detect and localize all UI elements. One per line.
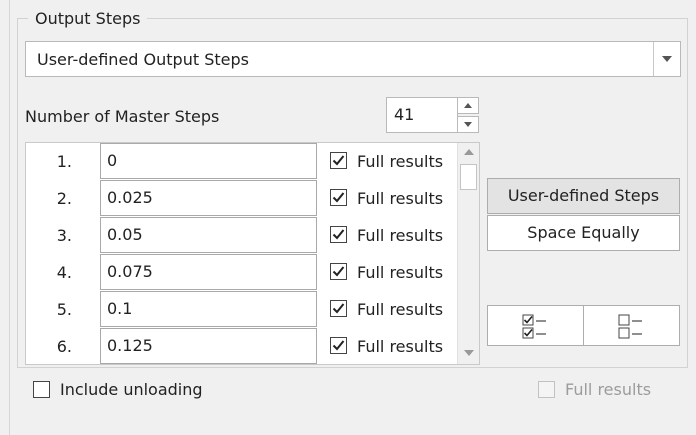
full-results-label: Full results (357, 337, 444, 356)
full-results-label: Full results (357, 263, 444, 282)
space-equally-button[interactable]: Space Equally (487, 215, 680, 251)
step-value-input[interactable]: 0.025 (100, 180, 317, 216)
scroll-down-icon[interactable] (464, 350, 474, 356)
checkmark-icon (332, 303, 345, 314)
output-steps-dropdown[interactable]: User-defined Output Steps (25, 41, 681, 77)
chevron-down-icon[interactable] (662, 56, 672, 62)
step-value-input[interactable]: 0.05 (100, 217, 317, 253)
table-row: 2. 0.025 Full results (26, 180, 458, 217)
row-number: 6. (56, 337, 72, 356)
master-steps-label: Number of Master Steps (25, 107, 220, 126)
arrow-up-icon (464, 103, 472, 108)
include-unloading-label: Include unloading (60, 380, 203, 399)
step-value-input[interactable]: 0.075 (100, 254, 317, 290)
table-row: 5. 0.1 Full results (26, 291, 458, 328)
uncheck-all-icon (618, 314, 642, 339)
table-row: 6. 0.125 Full results (26, 328, 458, 364)
row-number: 2. (56, 189, 72, 208)
checkmark-icon (332, 229, 345, 240)
checkmark-icon (332, 340, 345, 351)
step-value-input[interactable]: 0.125 (100, 328, 317, 364)
step-value-input[interactable]: 0 (100, 143, 317, 179)
full-results-label: Full results (357, 152, 444, 171)
table-scrollbar[interactable] (457, 143, 479, 364)
page-left-border (9, 0, 10, 435)
full-results-label: Full results (357, 226, 444, 245)
step-value-input[interactable]: 0.1 (100, 291, 317, 327)
dropdown-separator (653, 42, 654, 76)
check-all-button[interactable] (487, 305, 584, 346)
full-results-checkbox[interactable] (330, 152, 347, 169)
checkmark-icon (332, 192, 345, 203)
spin-down-button[interactable] (457, 116, 479, 133)
spin-up-button[interactable] (457, 97, 479, 114)
full-results-checkbox[interactable] (330, 263, 347, 280)
groupbox-title: Output Steps (28, 9, 148, 29)
table-row: 3. 0.05 Full results (26, 217, 458, 254)
uncheck-all-button[interactable] (583, 305, 680, 346)
checkmark-icon (332, 266, 345, 277)
arrow-down-icon (464, 122, 472, 127)
row-number: 3. (56, 226, 72, 245)
table-row: 1. 0 Full results (26, 143, 458, 180)
user-defined-steps-button[interactable]: User-defined Steps (487, 178, 680, 214)
full-results-checkbox[interactable] (330, 226, 347, 243)
footer-full-results-checkbox[interactable] (538, 381, 555, 398)
row-number: 1. (56, 152, 72, 171)
footer-full-results-label: Full results (565, 380, 652, 399)
full-results-checkbox[interactable] (330, 337, 347, 354)
master-steps-input[interactable]: 41 (386, 97, 458, 133)
check-all-icon (522, 314, 546, 339)
scroll-thumb[interactable] (460, 164, 477, 190)
full-results-checkbox[interactable] (330, 300, 347, 317)
dropdown-selected-value: User-defined Output Steps (37, 50, 249, 69)
row-number: 5. (56, 300, 72, 319)
full-results-label: Full results (357, 189, 444, 208)
table-row: 4. 0.075 Full results (26, 254, 458, 291)
row-number: 4. (56, 263, 72, 282)
full-results-checkbox[interactable] (330, 189, 347, 206)
steps-table: 1. 0 Full results 2. 0.025 Full results … (25, 142, 480, 365)
full-results-label: Full results (357, 300, 444, 319)
include-unloading-checkbox[interactable] (33, 381, 50, 398)
scroll-up-icon[interactable] (464, 149, 474, 155)
checkmark-icon (332, 155, 345, 166)
